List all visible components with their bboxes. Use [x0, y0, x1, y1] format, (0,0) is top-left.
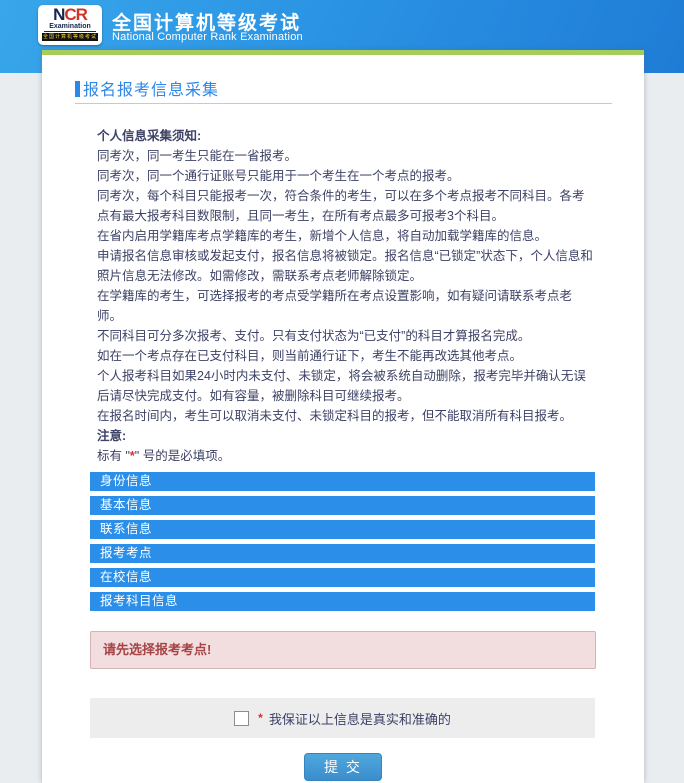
notice-block: 个人信息采集须知: 同考次，同一考生只能在一省报考。 同考次，同一个通行证账号只… — [97, 126, 594, 466]
notice-attention-heading: 注意: — [97, 426, 594, 446]
required-note-prefix: 标有 " — [97, 449, 130, 463]
agreement-checkbox[interactable] — [234, 711, 249, 726]
logo-strip-text: 全国计算机等级考试 — [42, 33, 98, 41]
submit-button[interactable]: 提 交 — [304, 753, 382, 781]
ncre-logo-mark: NCR — [38, 6, 102, 23]
alert-message: 请先选择报考考点! — [90, 631, 596, 669]
accordion-sections: 身份信息 基本信息 联系信息 报考考点 在校信息 报考科目信息 — [90, 472, 595, 616]
section-bar-identity[interactable]: 身份信息 — [90, 472, 595, 491]
notice-item: 申请报名信息审核或发起支付，报名信息将被锁定。报名信息“已锁定”状态下，个人信息… — [97, 246, 594, 286]
section-bar-basic[interactable]: 基本信息 — [90, 496, 595, 515]
title-divider — [75, 103, 612, 104]
notice-item: 在学籍库的考生，可选择报考的考点受学籍所在考点设置影响，如有疑问请联系考点老师。 — [97, 286, 594, 326]
agreement-required-star: * — [258, 711, 263, 725]
notice-item: 同考次，每个科目只能报考一次，符合条件的考生，可以在多个考点报考不同科目。各考点… — [97, 186, 594, 226]
ncre-logo: NCR Examination 全国计算机等级考试 — [38, 5, 102, 45]
notice-required-note: 标有 "*" 号的是必填项。 — [97, 446, 594, 466]
notice-item: 在报名时间内，考生可以取消未支付、未锁定科目的报考，但不能取消所有科目报考。 — [97, 406, 594, 426]
required-note-suffix: " 号的是必填项。 — [135, 449, 230, 463]
page: { "header": { "title": "全国计算机等级考试", "sub… — [0, 0, 684, 783]
notice-item: 个人报考科目如果24小时内未支付、未锁定，将会被系统自动删除，报考完毕并确认无误… — [97, 366, 594, 406]
section-bar-school[interactable]: 在校信息 — [90, 568, 595, 587]
logo-letters-cr: CR — [64, 5, 87, 24]
agreement-strip: * 我保证以上信息是真实和准确的 — [90, 698, 595, 738]
notice-item: 同考次，同一考生只能在一省报考。 — [97, 146, 594, 166]
content-card: 报名报考信息采集 个人信息采集须知: 同考次，同一考生只能在一省报考。 同考次，… — [42, 50, 644, 783]
page-title-row: 报名报考信息采集 — [75, 76, 219, 94]
title-marker-bar — [75, 81, 80, 97]
logo-examination-text: Examination — [44, 23, 96, 32]
section-bar-exam-site[interactable]: 报考考点 — [90, 544, 595, 563]
agreement-label: 我保证以上信息是真实和准确的 — [269, 709, 451, 728]
notice-item: 在省内启用学籍库考点学籍库的考生，新增个人信息，将自动加载学籍库的信息。 — [97, 226, 594, 246]
notice-heading: 个人信息采集须知: — [97, 126, 594, 146]
logo-letter-n: N — [53, 5, 64, 24]
notice-item: 不同科目可分多次报考、支付。只有支付状态为“已支付”的科目才算报名完成。 — [97, 326, 594, 346]
notice-item: 同考次，同一个通行证账号只能用于一个考生在一个考点的报考。 — [97, 166, 594, 186]
section-bar-contact[interactable]: 联系信息 — [90, 520, 595, 539]
section-bar-subjects[interactable]: 报考科目信息 — [90, 592, 595, 611]
site-subtitle: National Computer Rank Examination — [112, 31, 303, 43]
notice-item: 如在一个考点存在已支付科目，则当前通行证下，考生不能再改选其他考点。 — [97, 346, 594, 366]
page-title: 报名报考信息采集 — [83, 76, 219, 100]
